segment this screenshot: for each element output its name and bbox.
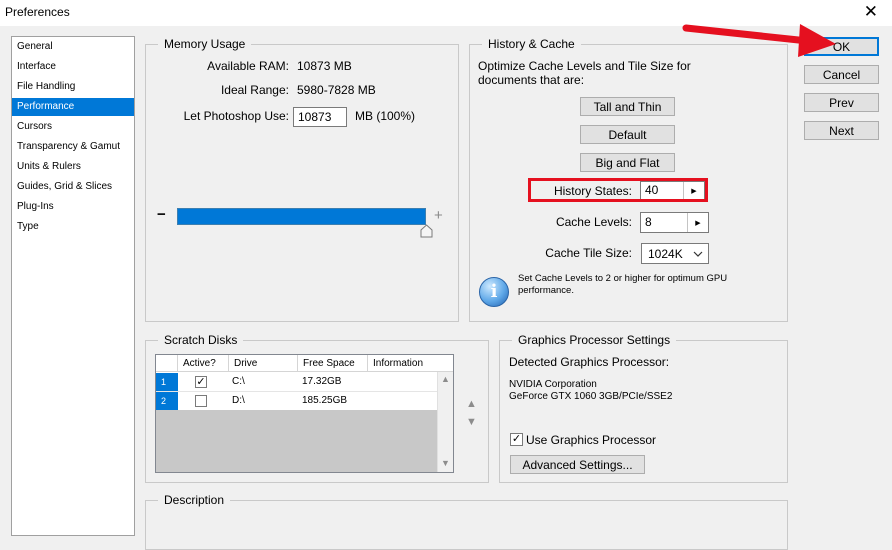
move-disk-down-icon[interactable]: ▼ [466,416,477,428]
scroll-down-icon[interactable]: ▼ [441,458,450,468]
memory-usage-legend: Memory Usage [158,37,252,51]
annotation-arrow-icon [682,24,836,57]
ideal-range-label: Ideal Range: [220,83,289,97]
memory-use-input[interactable] [293,107,347,127]
available-ram-value: 10873 MB [297,59,352,73]
gpu-model: GeForce GTX 1060 3GB/PCIe/SSE2 [509,391,673,402]
drive-cell: C:\ [232,376,245,387]
gpu-vendor: NVIDIA Corporation [509,379,597,390]
default-button[interactable]: Default [580,125,675,144]
cache-levels-value[interactable]: 8 [645,213,652,232]
row-number: 1 [156,373,178,391]
memory-slider-track[interactable] [177,208,426,225]
next-button[interactable]: Next [804,121,879,140]
category-list: General Interface File Handling Performa… [11,36,135,536]
minus-icon: − [157,206,166,223]
column-header-free-space[interactable]: Free Space [298,355,368,372]
table-row[interactable]: 2 D:\ 185.25GB [156,392,438,411]
description-legend: Description [158,493,231,507]
close-icon[interactable]: ✕ [864,2,878,22]
gpu-cache-info-text: Set Cache Levels to 2 or higher for opti… [518,273,728,296]
description-group: Description [145,493,788,550]
free-space-cell: 185.25GB [302,395,348,406]
cancel-button[interactable]: Cancel [804,65,879,84]
cache-levels-label: Cache Levels: [555,215,632,229]
slider-thumb[interactable] [420,224,433,238]
column-header-drive[interactable]: Drive [229,355,298,372]
free-space-cell: 17.32GB [302,376,342,387]
move-disk-up-icon[interactable]: ▲ [466,398,477,410]
history-states-increment-icon[interactable]: ▶ [683,182,704,199]
history-states-label: History States: [553,184,632,198]
scratch-disks-legend: Scratch Disks [158,333,244,347]
let-photoshop-use-label: Let Photoshop Use: [183,109,289,123]
history-states-value[interactable]: 40 [645,182,658,199]
scratch-disk-active-checkbox[interactable] [195,395,207,407]
optimize-intro-text: Optimize Cache Levels and Tile Size for … [478,59,691,87]
use-gpu-checkbox[interactable]: ✓ [510,433,523,446]
available-ram-label: Available RAM: [207,59,289,73]
drive-cell: D:\ [232,395,245,406]
ideal-range-value: 5980-7828 MB [297,83,376,97]
chevron-down-icon [693,251,703,257]
table-row[interactable]: 1 ✓ C:\ 17.32GB [156,373,438,392]
column-header-active[interactable]: Active? [178,355,229,372]
detected-gpu-label: Detected Graphics Processor: [509,355,670,369]
nav-item-plug-ins[interactable]: Plug-Ins [12,198,134,216]
cache-tile-size-select[interactable]: 1024K [641,243,709,264]
scroll-up-icon[interactable]: ▲ [441,374,450,384]
graphics-processor-legend: Graphics Processor Settings [512,333,677,347]
history-cache-legend: History & Cache [482,37,581,51]
scratch-disk-active-checkbox[interactable]: ✓ [195,376,207,388]
window-title: Preferences [5,5,70,19]
scratch-disk-table: Active? Drive Free Space Information 1 ✓… [155,354,454,473]
nav-item-performance[interactable]: Performance [12,98,134,116]
use-gpu-label[interactable]: Use Graphics Processor [526,433,656,447]
nav-item-general[interactable]: General [12,38,134,56]
info-icon: i [479,277,509,307]
nav-item-guides-grid-slices[interactable]: Guides, Grid & Slices [12,178,134,196]
cache-tile-size-label: Cache Tile Size: [545,246,632,260]
nav-item-units-rulers[interactable]: Units & Rulers [12,158,134,176]
nav-item-file-handling[interactable]: File Handling [12,78,134,96]
nav-item-type[interactable]: Type [12,218,134,236]
plus-icon: + [434,207,443,224]
row-number: 2 [156,392,178,410]
nav-item-cursors[interactable]: Cursors [12,118,134,136]
column-header-num [156,355,178,372]
cache-tile-size-value: 1024K [648,247,683,261]
preferences-dialog: Preferences ✕ General Interface File Han… [0,0,892,550]
tall-and-thin-button[interactable]: Tall and Thin [580,97,675,116]
memory-use-suffix: MB (100%) [355,109,416,123]
column-header-information[interactable]: Information [368,355,453,372]
nav-item-transparency-gamut[interactable]: Transparency & Gamut [12,138,134,156]
prev-button[interactable]: Prev [804,93,879,112]
advanced-settings-button[interactable]: Advanced Settings... [510,455,645,474]
table-scrollbar[interactable]: ▲ ▼ [437,372,453,472]
big-and-flat-button[interactable]: Big and Flat [580,153,675,172]
cache-levels-increment-icon[interactable]: ▶ [687,213,708,232]
history-states-spinbox[interactable]: 40 ▶ [640,181,705,200]
nav-item-interface[interactable]: Interface [12,58,134,76]
table-empty-area [156,410,438,472]
cache-levels-spinbox[interactable]: 8 ▶ [640,212,709,233]
